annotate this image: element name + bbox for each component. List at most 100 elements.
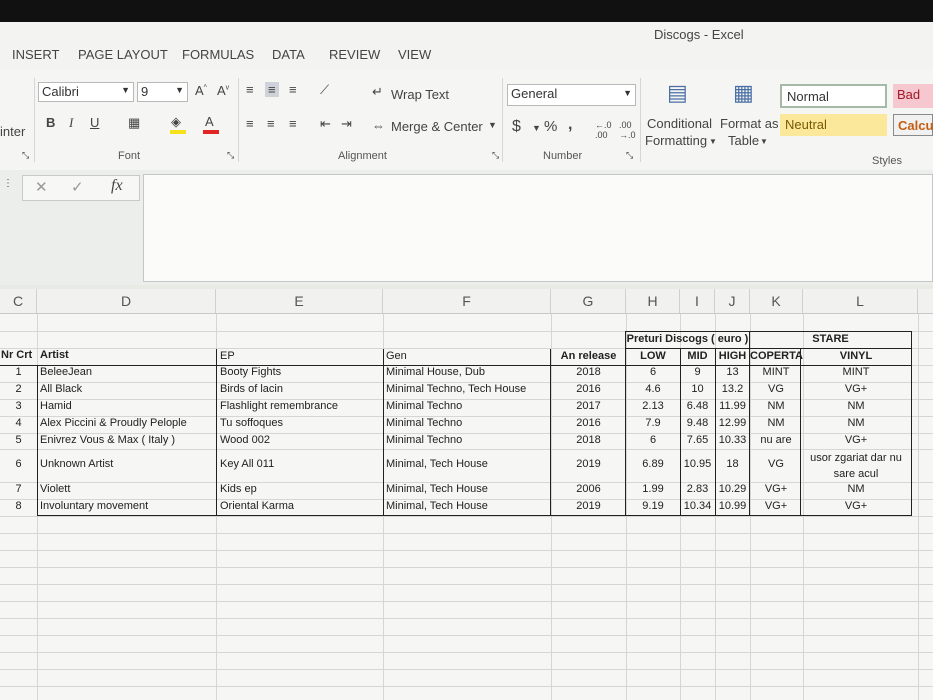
cell-vinyl[interactable]: NM (801, 482, 911, 497)
cell-vinyl[interactable]: NM (801, 416, 911, 431)
header-artist[interactable]: Artist (40, 348, 69, 363)
clipboard-launcher-icon[interactable]: ⤡ (22, 150, 29, 161)
cell-mid[interactable]: 9.48 (680, 416, 715, 431)
cell-gen[interactable]: Minimal Techno (386, 416, 462, 431)
cell-vinyl[interactable]: VG+ (801, 433, 911, 448)
cell-mid[interactable]: 6.48 (680, 399, 715, 414)
cell-year[interactable]: 2019 (551, 457, 626, 472)
cell-gen[interactable]: Minimal, Tech House (386, 499, 488, 514)
cell-mid[interactable]: 10.34 (680, 499, 715, 514)
cell-style-normal[interactable]: Normal (780, 84, 887, 108)
header-mid[interactable]: MID (680, 349, 715, 364)
cell-ep[interactable]: Kids ep (220, 482, 257, 497)
decrease-font-size-icon[interactable]: Av (217, 83, 229, 98)
percent-button[interactable]: % (544, 118, 557, 135)
chevron-down-icon[interactable]: ▼ (488, 120, 497, 130)
cell-high[interactable]: 13.2 (715, 382, 750, 397)
column-header-l[interactable]: L (803, 289, 918, 313)
cell-nr[interactable]: 1 (0, 365, 37, 380)
cell-high[interactable]: 10.33 (715, 433, 750, 448)
cell-coperta[interactable]: VG+ (750, 482, 802, 497)
cell-ep[interactable]: Key All 011 (220, 457, 274, 472)
conditional-formatting-label-2[interactable]: Formatting (645, 133, 707, 148)
align-right-icon[interactable]: ≡ (289, 116, 297, 131)
cell-ep[interactable]: Oriental Karma (220, 499, 294, 514)
cell-coperta[interactable]: NM (750, 416, 802, 431)
cell-ep[interactable]: Booty Fights (220, 365, 281, 380)
cell-mid[interactable]: 9 (680, 365, 715, 380)
cell-vinyl[interactable]: usor zgariat dar nu sare acul (805, 450, 907, 482)
tab-page-layout[interactable]: PAGE LAYOUT (78, 47, 168, 62)
number-launcher-icon[interactable]: ⤡ (626, 150, 633, 161)
cell-coperta[interactable]: NM (750, 399, 802, 414)
cell-high[interactable]: 11.99 (715, 399, 750, 414)
decrease-indent-icon[interactable]: ⇤ (320, 116, 331, 132)
cell-vinyl[interactable]: VG+ (801, 382, 911, 397)
cell-style-bad[interactable]: Bad (893, 84, 933, 108)
cell-ep[interactable]: Flashlight remembrance (220, 399, 338, 414)
cell-artist[interactable]: All Black (40, 382, 82, 397)
orientation-icon[interactable]: ⟋ (320, 82, 329, 98)
cell-low[interactable]: 9.19 (626, 499, 680, 514)
column-header-d[interactable]: D (37, 289, 216, 313)
paste-painter-label[interactable]: inter (0, 124, 25, 139)
cell-year[interactable]: 2018 (551, 433, 626, 448)
alignment-launcher-icon[interactable]: ⤡ (492, 150, 499, 161)
cell-nr[interactable]: 7 (0, 482, 37, 497)
header-vinyl[interactable]: VINYL (801, 349, 911, 364)
conditional-formatting-label-1[interactable]: Conditional (647, 116, 712, 131)
cell-ep[interactable]: Birds of lacin (220, 382, 283, 397)
increase-decimal-icon[interactable]: ←.0.00 (595, 120, 612, 140)
cell-gen[interactable]: Minimal Techno, Tech House (386, 382, 526, 397)
cell-coperta[interactable]: VG (750, 382, 802, 397)
cell-coperta[interactable]: VG (750, 457, 802, 472)
wrap-text-button[interactable]: Wrap Text (391, 87, 449, 102)
cell-high[interactable]: 10.99 (715, 499, 750, 514)
cell-ep[interactable]: Tu soffoques (220, 416, 283, 431)
format-as-table-label-2[interactable]: Table (728, 133, 759, 148)
cell-artist[interactable]: Hamid (40, 399, 72, 414)
cell-mid[interactable]: 7.65 (680, 433, 715, 448)
cell-nr[interactable]: 6 (0, 457, 37, 472)
cell-coperta[interactable]: MINT (750, 365, 802, 380)
font-name-select[interactable]: Calibri ▼ (38, 82, 134, 102)
cell-artist[interactable]: Unknown Artist (40, 457, 113, 472)
cell-artist[interactable]: Involuntary movement (40, 499, 148, 514)
header-an-release[interactable]: An release (551, 349, 626, 364)
insert-function-icon[interactable]: fx (111, 177, 123, 195)
italic-icon[interactable]: I (69, 115, 73, 131)
cell-vinyl[interactable]: VG+ (801, 499, 911, 514)
font-size-select[interactable]: 9 ▼ (137, 82, 188, 102)
fill-color-icon[interactable]: ◈ (171, 114, 181, 130)
cell-year[interactable]: 2018 (551, 365, 626, 380)
align-bottom-icon[interactable]: ≡ (289, 82, 297, 97)
name-box-handle-icon[interactable]: ⋮ (3, 178, 13, 189)
price-group-header[interactable]: Preturi Discogs ( euro ) (626, 332, 749, 347)
cell-high[interactable]: 18 (715, 457, 750, 472)
cell-gen[interactable]: Minimal, Tech House (386, 457, 488, 472)
column-header-h[interactable]: H (626, 289, 680, 313)
comma-button[interactable]: , (568, 116, 572, 134)
cell-vinyl[interactable]: MINT (801, 365, 911, 380)
bold-icon[interactable]: B (46, 115, 55, 130)
header-nr-crt[interactable]: Nr Crt (1, 348, 37, 363)
column-header-g[interactable]: G (551, 289, 626, 313)
align-left-icon[interactable]: ≡ (246, 116, 254, 131)
cell-mid[interactable]: 10 (680, 382, 715, 397)
header-ep[interactable]: EP (220, 349, 235, 364)
chevron-down-icon[interactable]: ▼ (760, 137, 768, 146)
header-gen[interactable]: Gen (386, 349, 407, 364)
cell-artist[interactable]: Alex Piccini & Proudly Pelople (40, 416, 187, 431)
formula-input[interactable] (143, 174, 933, 282)
cell-mid[interactable]: 2.83 (680, 482, 715, 497)
cell-low[interactable]: 6 (626, 365, 680, 380)
cell-gen[interactable]: Minimal Techno (386, 433, 462, 448)
cell-gen[interactable]: Minimal Techno (386, 399, 462, 414)
cell-year[interactable]: 2016 (551, 382, 626, 397)
cell-low[interactable]: 7.9 (626, 416, 680, 431)
header-high[interactable]: HIGH (715, 349, 750, 364)
cell-gen[interactable]: Minimal, Tech House (386, 482, 488, 497)
cell-ep[interactable]: Wood 002 (220, 433, 270, 448)
underline-icon[interactable]: U (90, 115, 99, 130)
tab-formulas[interactable]: FORMULAS (182, 47, 254, 62)
